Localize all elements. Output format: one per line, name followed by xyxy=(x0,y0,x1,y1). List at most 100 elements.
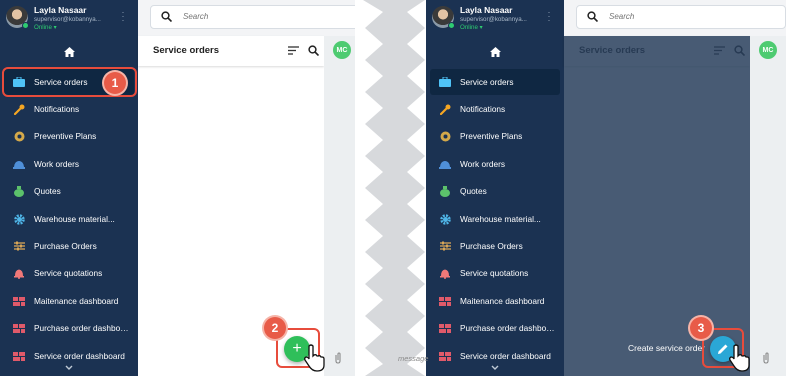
briefcase-icon xyxy=(430,77,460,87)
step-badge-1: 1 xyxy=(104,72,126,94)
sidebar-item-label: Preventive Plans xyxy=(460,131,523,141)
dashboard-icon xyxy=(430,296,460,306)
sidebar-item-label: Warehouse material... xyxy=(34,214,115,224)
user-name: Layla Nasaar xyxy=(34,5,87,15)
chat-area xyxy=(750,36,786,376)
sidebar-item-label: Service order dashboard xyxy=(460,351,551,361)
sidebar-item-label: Service quotations xyxy=(460,268,529,278)
sidebar-item-label: Purchase order dashboa... xyxy=(34,323,130,333)
left-screenshot-panel: Layla Nasaar supervisor@kobannya... Onli… xyxy=(0,0,362,376)
user-status-label: Online xyxy=(34,24,52,31)
hand-cursor-icon xyxy=(729,344,750,372)
sidebar-item-notifications[interactable]: Notifications xyxy=(4,96,134,122)
attachment-icon[interactable] xyxy=(762,352,770,364)
user-status[interactable]: Online ▾ xyxy=(460,24,483,31)
sidebar-item-quotes[interactable]: Quotes xyxy=(430,178,560,204)
sidebar-item-label: Purchase Orders xyxy=(34,241,97,251)
search-input[interactable] xyxy=(609,12,759,21)
sidebar-item-label: Maitenance dashboard xyxy=(34,296,119,306)
cog-icon xyxy=(430,213,460,225)
sidebar-item-label: Purchase order dashboa... xyxy=(460,323,556,333)
sidebar-item-work-orders[interactable]: Work orders xyxy=(4,151,134,177)
list-header: Service orders xyxy=(138,36,324,66)
sidebar-item-preventive-plans[interactable]: Preventive Plans xyxy=(430,123,560,149)
fab-menu-overlay[interactable] xyxy=(564,36,750,376)
sidebar-item-purchase-order-dashboard[interactable]: Purchase order dashboa... xyxy=(430,315,560,341)
sidebar-item-warehouse-material[interactable]: Warehouse material... xyxy=(430,206,560,232)
sidebar-item-preventive-plans[interactable]: Preventive Plans xyxy=(4,123,134,149)
sidebar-item-service-quotations[interactable]: Service quotations xyxy=(4,260,134,286)
sidebar-item-label: Notifications xyxy=(34,104,80,114)
sidebar-item-label: Quotes xyxy=(34,186,61,196)
user-profile[interactable]: Layla Nasaar supervisor@kobannya... Onli… xyxy=(0,0,138,36)
sidebar-item-quotes[interactable]: Quotes xyxy=(4,178,134,204)
search-input[interactable] xyxy=(183,12,333,21)
sidebar-item-purchase-orders[interactable]: Purchase Orders xyxy=(4,233,134,259)
more-options-icon[interactable]: · · · xyxy=(546,8,552,25)
chevron-down-icon[interactable] xyxy=(64,364,74,372)
sidebar-item-purchase-order-dashboard[interactable]: Purchase order dashboa... xyxy=(4,315,134,341)
hardhat-icon xyxy=(4,159,34,169)
create-service-order-label[interactable]: Create service order xyxy=(628,343,705,353)
online-status-dot xyxy=(22,22,29,29)
home-icon xyxy=(63,47,75,57)
search-icon xyxy=(587,11,598,22)
gear-gold-icon xyxy=(4,131,34,142)
wrench-icon xyxy=(430,104,460,115)
dashboard-icon xyxy=(4,323,34,333)
bell-icon xyxy=(430,268,460,279)
step-badge-2: 2 xyxy=(264,317,286,339)
wrench-icon xyxy=(4,104,34,115)
sidebar-item-service-orders[interactable]: Service orders xyxy=(430,69,560,95)
attachment-icon[interactable] xyxy=(334,352,342,364)
sidebar-item-label: Warehouse material... xyxy=(460,214,541,224)
message-input-placeholder[interactable]: message xyxy=(398,354,428,363)
sidebar-item-label: Service order dashboard xyxy=(34,351,125,361)
sidebar-item-label: Service orders xyxy=(460,77,514,87)
sliders-icon xyxy=(4,241,34,251)
sidebar-item-notifications[interactable]: Notifications xyxy=(430,96,560,122)
sidebar-item-warehouse-material[interactable]: Warehouse material... xyxy=(4,206,134,232)
screenshot-divider xyxy=(355,0,435,376)
sidebar-item-label: Service quotations xyxy=(34,268,103,278)
sidebar-item-maintenance-dashboard[interactable]: Maitenance dashboard xyxy=(4,288,134,314)
user-status[interactable]: Online ▾ xyxy=(34,24,57,31)
sidebar-item-label: Purchase Orders xyxy=(460,241,523,251)
search-icon[interactable] xyxy=(308,45,319,56)
online-status-dot xyxy=(448,22,455,29)
page-title: Service orders xyxy=(153,45,220,56)
sidebar-item-purchase-orders[interactable]: Purchase Orders xyxy=(430,233,560,259)
user-status-label: Online xyxy=(460,24,478,31)
gear-gold-icon xyxy=(430,131,460,142)
dashboard-icon xyxy=(4,296,34,306)
dashboard-icon xyxy=(4,351,34,361)
right-screenshot-panel: Layla Nasaar supervisor@kobannya... Onli… xyxy=(426,0,786,376)
step-badge-3: 3 xyxy=(690,317,712,339)
sidebar-item-service-quotations[interactable]: Service quotations xyxy=(430,260,560,286)
search-bar[interactable] xyxy=(576,5,786,29)
more-options-icon[interactable]: · · · xyxy=(120,8,126,25)
home-button[interactable] xyxy=(0,40,138,64)
user-email: supervisor@kobannya... xyxy=(460,16,527,23)
sidebar-item-label: Notifications xyxy=(460,104,506,114)
home-icon xyxy=(489,47,501,57)
dashboard-icon xyxy=(430,351,460,361)
moneybag-icon xyxy=(430,185,460,197)
chevron-down-icon[interactable] xyxy=(490,364,500,372)
moneybag-icon xyxy=(4,185,34,197)
sidebar: Layla Nasaar supervisor@kobannya... Onli… xyxy=(0,0,138,376)
contact-avatar[interactable]: MC xyxy=(333,41,351,59)
user-profile[interactable]: Layla Nasaar supervisor@kobannya... Onli… xyxy=(426,0,564,36)
sidebar-item-maintenance-dashboard[interactable]: Maitenance dashboard xyxy=(430,288,560,314)
contact-avatar[interactable]: MC xyxy=(759,41,777,59)
search-icon xyxy=(161,11,172,22)
dashboard-icon xyxy=(430,323,460,333)
home-button[interactable] xyxy=(426,40,564,64)
sidebar-item-label: Work orders xyxy=(34,159,80,169)
sidebar-item-work-orders[interactable]: Work orders xyxy=(430,151,560,177)
bell-icon xyxy=(4,268,34,279)
hand-cursor-icon xyxy=(304,344,325,372)
search-bar[interactable] xyxy=(150,5,362,29)
sidebar-item-label: Quotes xyxy=(460,186,487,196)
filter-list-icon[interactable] xyxy=(288,46,299,55)
